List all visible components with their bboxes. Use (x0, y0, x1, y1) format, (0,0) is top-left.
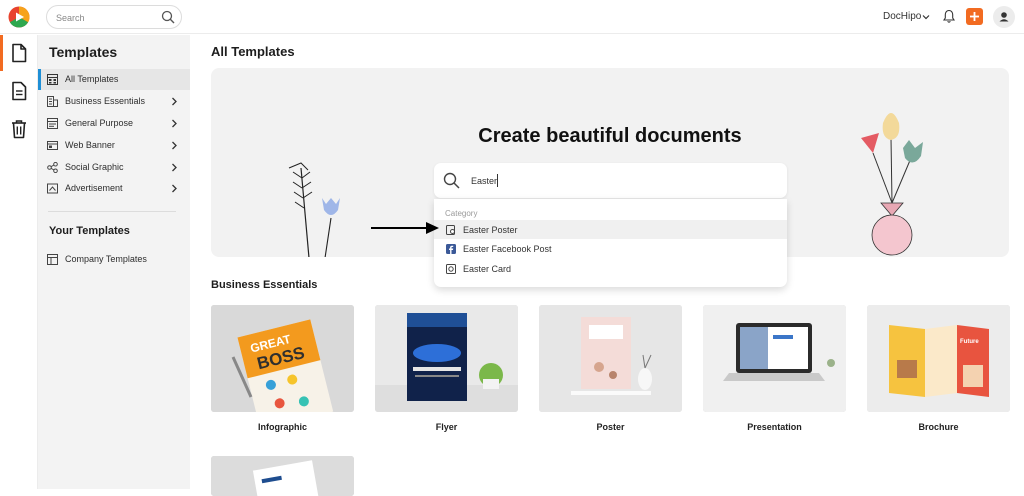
chevron-down-icon[interactable] (922, 13, 930, 21)
suggestion-easter-facebook-post[interactable]: Easter Facebook Post (434, 239, 787, 258)
workspace-name[interactable]: DocHipo (883, 11, 921, 22)
template-card-presentation[interactable] (703, 305, 846, 412)
poster-icon (446, 225, 455, 235)
card-label-flyer: Flyer (435, 422, 458, 432)
suggestion-easter-poster[interactable]: Easter Poster (434, 220, 787, 239)
page-title: All Templates (211, 44, 295, 59)
poster-thumbnail (539, 305, 682, 412)
card-label-brochure: Brochure (918, 422, 959, 432)
presentation-thumbnail (703, 305, 846, 412)
flyer-thumbnail (375, 305, 518, 412)
sidebar-item-company-templates[interactable]: Company Templates (38, 249, 190, 270)
suggestion-easter-card[interactable]: Easter Card (434, 259, 787, 278)
brochure-thumbnail: Future (867, 305, 1010, 412)
templates-sidebar: Templates All Templates Business Essenti… (38, 35, 190, 489)
chevron-right-icon (172, 97, 177, 106)
rail-trash[interactable] (0, 111, 38, 147)
user-avatar-icon (999, 12, 1009, 22)
template-card-flyer[interactable] (375, 305, 518, 412)
hero-search-box[interactable]: Easter (434, 163, 787, 198)
company-icon (47, 254, 58, 265)
vase-illustration-right (861, 113, 923, 256)
sidebar-item-general-purpose[interactable]: General Purpose (38, 113, 190, 134)
template-card-brochure[interactable]: Future (867, 305, 1010, 412)
plus-icon (970, 12, 979, 21)
advertisement-icon (47, 183, 58, 194)
card-label-presentation: Presentation (747, 422, 802, 432)
template-card-infographic[interactable]: GREAT BOSS (211, 305, 354, 412)
sidebar-item-business-essentials[interactable]: Business Essentials (38, 91, 190, 112)
building-icon (47, 96, 58, 107)
dropdown-category-header: Category (445, 209, 478, 218)
dochipo-logo-icon[interactable] (8, 6, 30, 28)
sidebar-item-all-templates[interactable]: All Templates (38, 69, 190, 90)
text-caret (497, 174, 498, 187)
left-rail (0, 35, 38, 489)
banner-icon (47, 141, 58, 150)
plant-illustration-left (288, 162, 340, 257)
user-avatar[interactable] (993, 6, 1015, 28)
suggestion-label: Easter Facebook Post (463, 244, 552, 254)
card-label-poster: Poster (596, 422, 625, 432)
pointer-arrow-icon (371, 222, 439, 234)
sidebar-item-label: All Templates (65, 74, 119, 84)
facebook-icon (446, 244, 456, 254)
suggestion-label: Easter Card (463, 264, 512, 274)
bell-icon[interactable] (942, 9, 956, 24)
search-icon[interactable] (161, 10, 175, 24)
suggestion-label: Easter Poster (463, 225, 518, 235)
social-icon (47, 162, 58, 173)
file-text-icon (12, 81, 27, 101)
sidebar-item-label: Company Templates (65, 254, 147, 264)
search-icon (443, 172, 460, 189)
sidebar-item-label: General Purpose (65, 118, 134, 128)
sidebar-item-label: Business Essentials (65, 96, 146, 106)
rail-my-documents[interactable] (0, 73, 38, 109)
layout-icon (47, 118, 58, 129)
template-card-poster[interactable] (539, 305, 682, 412)
svg-text:Future: Future (960, 339, 979, 345)
chevron-right-icon (172, 119, 177, 128)
your-templates-title: Your Templates (49, 225, 130, 237)
chevron-right-icon (172, 163, 177, 172)
trash-icon (12, 120, 26, 139)
search-input[interactable] (56, 10, 156, 25)
template-card-partial[interactable] (211, 456, 354, 496)
create-button[interactable] (966, 8, 983, 25)
rail-templates[interactable] (0, 35, 38, 71)
chevron-right-icon (172, 184, 177, 193)
sidebar-item-advertisement[interactable]: Advertisement (38, 178, 190, 199)
top-bar: DocHipo (0, 0, 1024, 34)
card-icon (446, 264, 456, 274)
sidebar-divider (48, 211, 176, 212)
sidebar-item-label: Web Banner (65, 140, 115, 150)
search-suggestions-dropdown: Category Easter Poster Easter Facebook P… (434, 199, 787, 287)
section-title-business-essentials: Business Essentials (211, 279, 318, 291)
search-box[interactable] (46, 5, 182, 29)
card-label-infographic: Infographic (258, 422, 307, 432)
sidebar-item-web-banner[interactable]: Web Banner (38, 135, 190, 156)
sidebar-item-label: Social Graphic (65, 162, 124, 172)
hero-search-input[interactable]: Easter (471, 176, 497, 186)
grid-icon (47, 74, 58, 85)
document-icon (12, 43, 27, 63)
sidebar-item-social-graphic[interactable]: Social Graphic (38, 157, 190, 178)
infographic-thumbnail: GREAT BOSS (211, 305, 354, 412)
sidebar-title: Templates (49, 44, 118, 60)
sidebar-item-label: Advertisement (65, 183, 123, 193)
crm-thumbnail (211, 456, 354, 496)
chevron-right-icon (172, 141, 177, 150)
